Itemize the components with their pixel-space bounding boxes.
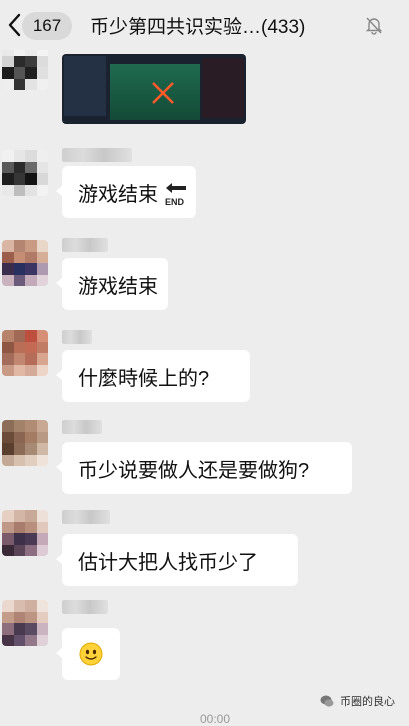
avatar[interactable] [2, 510, 48, 556]
end-label: END [165, 197, 185, 207]
message-list[interactable]: 游戏结束 END 游戏结束 什麼時候上的? 币少说要做人还是要做狗? 估计大把人… [0, 50, 409, 723]
message-text: 游戏结束 [78, 183, 158, 206]
message-text: 估计大把人找币少了 [78, 551, 258, 574]
unread-count-badge[interactable]: 167 [22, 12, 72, 40]
message-text: 游戏结束 [78, 275, 158, 298]
image-left-panel [64, 56, 106, 116]
avatar[interactable] [2, 420, 48, 466]
wechat-logo-icon [320, 695, 334, 707]
sender-name-blurred [62, 330, 92, 344]
message-bubble[interactable]: 估计大把人找币少了 [56, 534, 298, 586]
avatar[interactable] [2, 50, 48, 90]
sender-name-blurred [62, 510, 110, 524]
sender-name-blurred [62, 148, 132, 162]
avatar[interactable] [2, 330, 48, 376]
watermark-text: 币圈的良心 [340, 696, 395, 708]
avatar[interactable] [2, 240, 48, 286]
message-bubble[interactable] [56, 628, 120, 680]
chat-header: 167 币少第四共识实验…(433) [0, 0, 409, 50]
chat-title: 币少第四共识实验…(433) [90, 17, 306, 38]
avatar[interactable] [2, 150, 48, 196]
message-bubble[interactable]: 游戏结束 END [56, 166, 196, 218]
message-bubble[interactable]: 游戏结束 [56, 258, 168, 310]
message-bubble[interactable]: 币少说要做人还是要做狗? [56, 442, 352, 494]
end-arrow-icon: END [164, 181, 188, 207]
smiley-face-icon [79, 642, 103, 666]
avatar[interactable] [2, 600, 48, 646]
bottom-timestamp: 00:00 [200, 712, 231, 726]
sender-name-blurred [62, 600, 108, 614]
bell-muted-icon [365, 17, 383, 35]
x-mark-icon [152, 82, 174, 104]
message-text: 币少说要做人还是要做狗? [78, 459, 310, 482]
sender-name-blurred [62, 238, 108, 252]
message-text: 什麼時候上的? [78, 367, 210, 390]
message-bubble[interactable]: 什麼時候上的? [56, 350, 250, 402]
watermark: 币圈的良心 [320, 693, 395, 709]
sender-name-blurred [62, 420, 102, 434]
image-message[interactable] [62, 54, 246, 124]
image-right-panel [202, 58, 244, 118]
